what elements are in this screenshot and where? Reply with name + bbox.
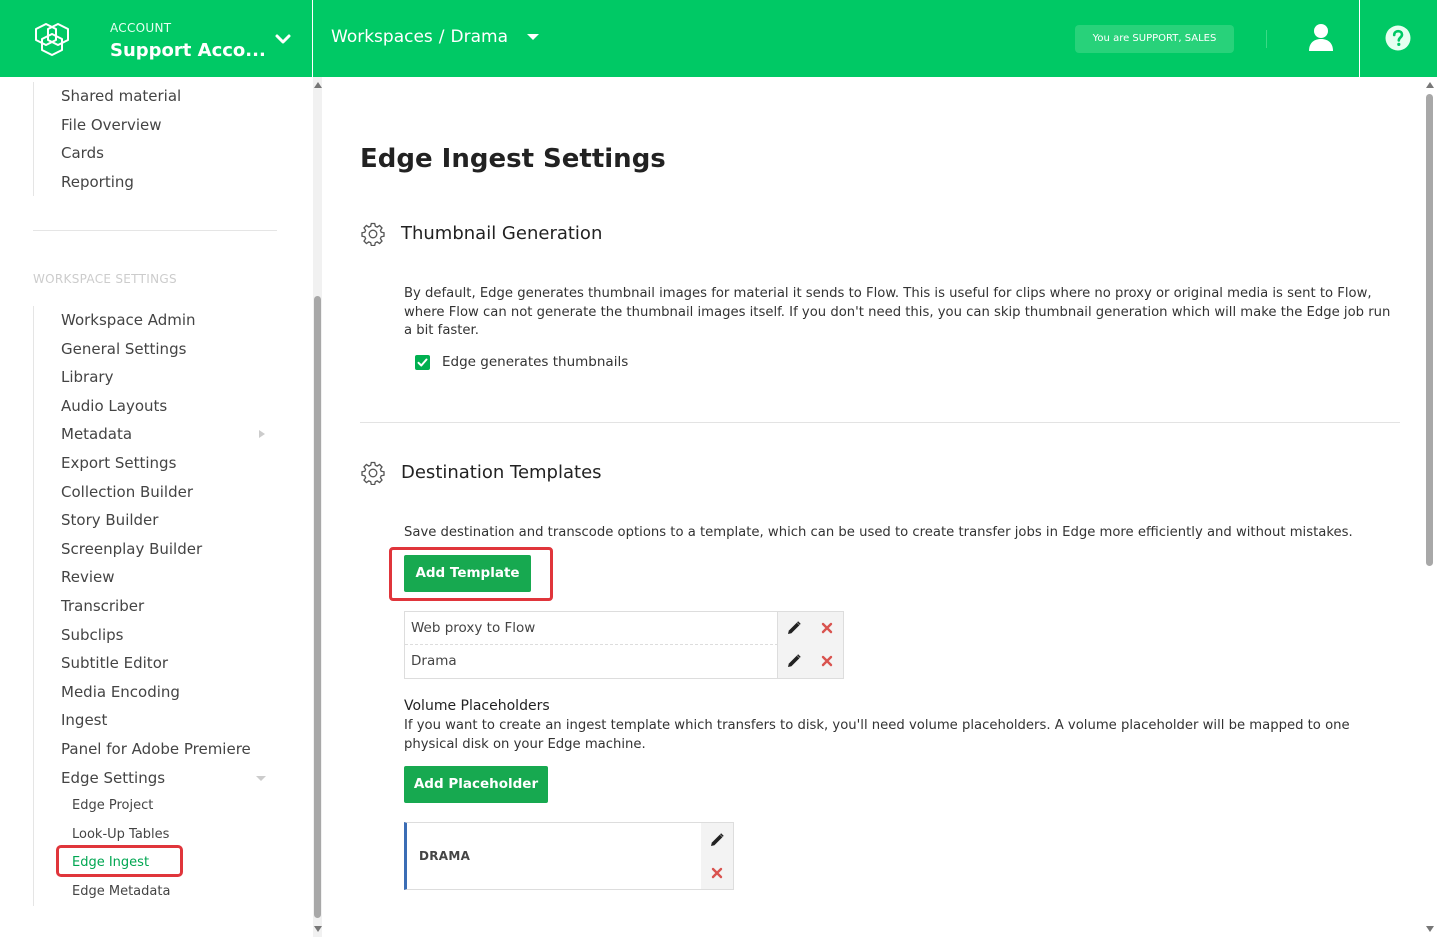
sidebar-top-group: Shared material File Overview Cards Repo… <box>33 82 181 197</box>
placeholders-description: If you want to create an ingest template… <box>404 718 1350 752</box>
help-icon[interactable] <box>1385 25 1411 51</box>
sidebar-item-transcriber[interactable]: Transcriber <box>34 592 251 621</box>
template-name: Web proxy to Flow <box>411 620 536 636</box>
caret-down-icon <box>256 775 266 781</box>
caret-right-icon <box>259 430 265 439</box>
chevron-down-icon[interactable] <box>274 30 292 48</box>
table-row: Drama <box>405 645 843 678</box>
scroll-up-icon[interactable] <box>1426 82 1434 88</box>
logo-icon <box>35 23 69 56</box>
highlight-annotation-edge-ingest <box>56 845 183 877</box>
sidebar-subitem-edge-project[interactable]: Edge Project <box>34 792 251 821</box>
row-actions <box>777 645 843 678</box>
add-placeholder-button[interactable]: Add Placeholder <box>404 766 548 803</box>
table-row: Web proxy to Flow <box>405 612 843 645</box>
breadcrumb-separator: / <box>438 27 445 47</box>
sidebar-item-general-settings[interactable]: General Settings <box>34 335 251 364</box>
scroll-up-icon[interactable] <box>314 82 322 88</box>
breadcrumb-workspace-drama[interactable]: Drama <box>451 27 508 47</box>
sidebar-item-label: Metadata <box>61 425 133 444</box>
sidebar-item-review[interactable]: Review <box>34 563 251 592</box>
main-scrollbar-thumb[interactable] <box>1426 94 1433 566</box>
sidebar-item-label: Edge Settings <box>61 768 166 787</box>
placeholder-card: DRAMA <box>404 822 734 890</box>
sidebar-item-collection-builder[interactable]: Collection Builder <box>34 478 251 507</box>
delete-icon[interactable] <box>711 867 723 879</box>
sidebar-settings-group: Workspace Admin General Settings Library… <box>33 306 266 907</box>
sidebar-item-cards[interactable]: Cards <box>34 139 181 168</box>
role-badge: You are SUPPORT, SALES <box>1075 25 1234 53</box>
placeholders-title: Volume Placeholders <box>404 698 550 714</box>
sidebar-item-media-encoding[interactable]: Media Encoding <box>34 678 251 707</box>
sidebar-item-ingest[interactable]: Ingest <box>34 706 251 735</box>
account-switcher[interactable]: ACCOUNT Support Acco... <box>0 0 313 77</box>
top-bar: ACCOUNT Support Acco... Workspaces / Drama… <box>0 0 1437 77</box>
pencil-icon[interactable] <box>787 621 801 635</box>
account-name: Support Acco... <box>110 40 266 61</box>
account-label: ACCOUNT <box>110 21 172 35</box>
section-title-templates: Destination Templates <box>401 462 602 483</box>
gear-icon <box>361 222 385 246</box>
sidebar-item-file-overview[interactable]: File Overview <box>34 111 181 140</box>
thumbnail-checkbox-label: Edge generates thumbnails <box>442 354 629 370</box>
breadcrumb: Workspaces / Drama <box>331 27 540 47</box>
user-icon[interactable] <box>1307 22 1335 52</box>
delete-icon[interactable] <box>821 655 833 667</box>
sidebar-item-story-builder[interactable]: Story Builder <box>34 506 251 535</box>
thumbnail-checkbox[interactable] <box>415 355 430 370</box>
templates-description: Save destination and transcode options t… <box>404 525 1353 540</box>
main-content: Edge Ingest Settings Thumbnail Generatio… <box>325 77 1423 937</box>
templates-table: Web proxy to Flow Drama <box>404 611 844 679</box>
caret-down-icon[interactable] <box>527 34 540 40</box>
section-divider <box>360 422 1400 423</box>
sidebar-scrollbar-thumb[interactable] <box>314 296 321 918</box>
header-divider <box>1266 30 1267 48</box>
thumbnail-description: By default, Edge generates thumbnail ima… <box>404 286 1391 338</box>
sidebar-item-workspace-admin[interactable]: Workspace Admin <box>34 306 251 335</box>
breadcrumb-workspaces[interactable]: Workspaces <box>331 27 433 47</box>
sidebar-divider <box>33 230 277 231</box>
placeholder-name: DRAMA <box>419 849 471 863</box>
sidebar-subitem-edge-metadata[interactable]: Edge Metadata <box>34 878 251 907</box>
header-divider <box>1359 0 1360 77</box>
scroll-down-icon[interactable] <box>1426 926 1434 932</box>
page-title: Edge Ingest Settings <box>360 144 666 174</box>
sidebar-item-audio-layouts[interactable]: Audio Layouts <box>34 392 251 421</box>
gear-icon <box>361 461 385 485</box>
row-actions <box>777 612 843 645</box>
placeholder-actions <box>701 823 733 889</box>
sidebar-item-edge-settings[interactable]: Edge Settings <box>34 764 266 793</box>
delete-icon[interactable] <box>821 622 833 634</box>
sidebar-section-heading: WORKSPACE SETTINGS <box>33 272 177 286</box>
sidebar-item-metadata[interactable]: Metadata <box>34 420 265 449</box>
sidebar: Shared material File Overview Cards Repo… <box>0 77 313 937</box>
sidebar-item-subtitle-editor[interactable]: Subtitle Editor <box>34 649 251 678</box>
checkmark-icon <box>417 358 428 367</box>
section-title-thumbnail: Thumbnail Generation <box>401 223 603 244</box>
sidebar-item-screenplay-builder[interactable]: Screenplay Builder <box>34 535 251 564</box>
sidebar-item-reporting[interactable]: Reporting <box>34 168 181 197</box>
sidebar-item-shared-material[interactable]: Shared material <box>34 82 181 111</box>
sidebar-item-subclips[interactable]: Subclips <box>34 621 251 650</box>
sidebar-item-panel-adobe-premiere[interactable]: Panel for Adobe Premiere <box>34 735 251 764</box>
template-name: Drama <box>411 653 457 669</box>
pencil-icon[interactable] <box>710 833 724 847</box>
add-template-button[interactable]: Add Template <box>404 555 531 592</box>
sidebar-item-export-settings[interactable]: Export Settings <box>34 449 251 478</box>
scroll-down-icon[interactable] <box>314 926 322 932</box>
sidebar-item-library[interactable]: Library <box>34 363 251 392</box>
pencil-icon[interactable] <box>787 654 801 668</box>
